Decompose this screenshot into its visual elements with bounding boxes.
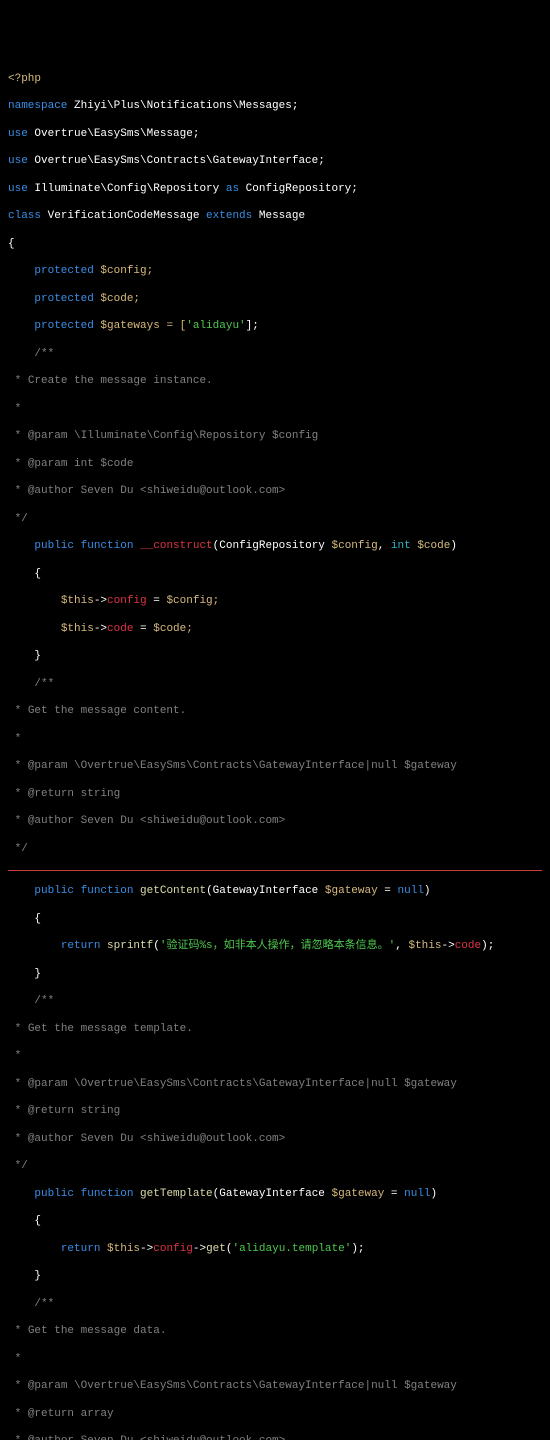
line: * Create the message instance. [8,375,542,389]
line: * @author Seven Du <shiweidu@outlook.com… [8,815,542,829]
line: * @return array [8,1408,542,1422]
line: * @param \Overtrue\EasySms\Contracts\Gat… [8,1380,542,1394]
line: { [8,913,542,927]
line: } [8,968,542,982]
line: */ [8,513,542,527]
line: * @return string [8,788,542,802]
line: * @author Seven Du <shiweidu@outlook.com… [8,1133,542,1147]
line: public function getTemplate(GatewayInter… [8,1188,542,1202]
line: namespace Zhiyi\Plus\Notifications\Messa… [8,100,542,114]
line: * Get the message content. [8,705,542,719]
line: { [8,1215,542,1229]
line: public function __construct(ConfigReposi… [8,540,542,554]
line: $this->code = $code; [8,623,542,637]
line: /** [8,1298,542,1312]
line: public function getContent(GatewayInterf… [8,885,542,899]
line: * @param \Overtrue\EasySms\Contracts\Gat… [8,1078,542,1092]
line: * @param \Illuminate\Config\Repository $… [8,430,542,444]
line: /** [8,678,542,692]
line: class VerificationCodeMessage extends Me… [8,210,542,224]
line: * [8,403,542,417]
line: * @param int $code [8,458,542,472]
line: * Get the message data. [8,1325,542,1339]
line: } [8,650,542,664]
line: return $this->config->get('alidayu.templ… [8,1243,542,1257]
line: */ [8,843,542,857]
line: * [8,733,542,747]
diff-marker-line [8,870,542,871]
line: * @return string [8,1105,542,1119]
line: $this->config = $config; [8,595,542,609]
line: /** [8,995,542,1009]
line: * [8,1050,542,1064]
line: /** [8,348,542,362]
line: protected $config; [8,265,542,279]
line: protected $code; [8,293,542,307]
line: * Get the message template. [8,1023,542,1037]
line: } [8,1270,542,1284]
line: use Overtrue\EasySms\Message; [8,128,542,142]
line: use Illuminate\Config\Repository as Conf… [8,183,542,197]
line: * [8,1353,542,1367]
line: * @author Seven Du <shiweidu@outlook.com… [8,1435,542,1440]
line: { [8,568,542,582]
line: use Overtrue\EasySms\Contracts\GatewayIn… [8,155,542,169]
line: { [8,238,542,252]
code-editor: <?php namespace Zhiyi\Plus\Notifications… [8,59,542,1440]
line: protected $gateways = ['alidayu']; [8,320,542,334]
line: * @param \Overtrue\EasySms\Contracts\Gat… [8,760,542,774]
line: <?php [8,73,542,87]
line: * @author Seven Du <shiweidu@outlook.com… [8,485,542,499]
line: */ [8,1160,542,1174]
line: return sprintf('验证码%s，如非本人操作，请忽略本条信息。', … [8,940,542,954]
